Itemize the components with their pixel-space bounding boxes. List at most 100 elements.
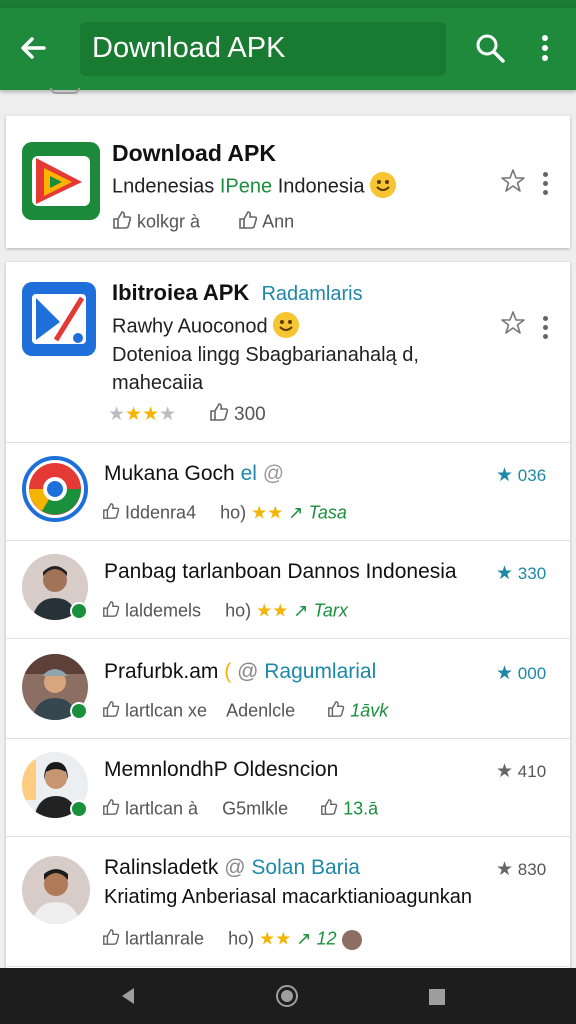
at-icon: @ xyxy=(224,856,246,879)
nav-recents-icon[interactable] xyxy=(428,988,446,1006)
online-badge-icon xyxy=(70,602,88,620)
item-rating-value: 830 xyxy=(517,860,547,879)
item-rating-value: 036 xyxy=(517,466,547,485)
thumbs-up-icon xyxy=(320,798,338,821)
featured-tag[interactable]: Radamlaris xyxy=(261,283,362,305)
top-app-card[interactable]: Download APK Lndenesias IPene Indonesia … xyxy=(6,116,570,248)
more-vert-icon[interactable] xyxy=(530,30,560,66)
featured-line2: Dotenioa lingg Sbagbarianahalą d, xyxy=(112,344,419,366)
divider xyxy=(6,442,570,443)
subtitle-part3: Indonesia xyxy=(277,175,365,198)
page-title: Download APK xyxy=(92,32,286,64)
second-count: Ann xyxy=(262,211,295,232)
featured-line3: mahecaiia xyxy=(112,372,204,394)
favorite-star-icon[interactable] xyxy=(500,168,526,194)
top-card-meta: kolkgr à Ann xyxy=(112,210,294,235)
smile-emoji-icon xyxy=(273,312,300,338)
item-title-extra: Ragumlarial xyxy=(264,660,377,683)
thumbs-up-icon xyxy=(102,502,120,525)
item-rating-value: 000 xyxy=(517,664,547,683)
featured-line1-text: Rawhy Auoconod xyxy=(112,315,268,338)
item-meta: Iddenra4 ho) ★★ ↗ Tasa xyxy=(102,502,347,525)
item-subtitle: Kriatimg Anberiasal macarktianioagunkan xyxy=(104,886,472,908)
item-rating: ★ 410 xyxy=(496,761,547,782)
item-meta1: lartlcan xe xyxy=(125,700,208,721)
online-badge-icon xyxy=(70,800,88,818)
mini-avatar xyxy=(341,929,362,950)
featured-title-text: Ibitroiea APK xyxy=(112,280,250,305)
item-title-extra: el xyxy=(240,462,257,485)
item-meta2: ho) xyxy=(228,928,255,949)
person-avatar xyxy=(22,856,90,924)
item-meta1: laldemels xyxy=(125,600,202,621)
rating-stars: ★★★★ xyxy=(108,404,177,426)
thumbs-up-icon xyxy=(102,700,120,723)
divider xyxy=(6,638,570,639)
item-title-extra: Solan Baria xyxy=(251,856,360,879)
card-more-icon[interactable] xyxy=(539,316,551,342)
at-icon: @ xyxy=(237,660,259,683)
results-card: Ibitroiea APK Radamlaris Rawhy Auoconod … xyxy=(6,262,570,982)
item-extra: 1āvk xyxy=(350,700,389,721)
at-icon: @ xyxy=(262,462,285,485)
item-meta1: lartlcan à xyxy=(125,798,199,819)
thumbs-up-icon xyxy=(102,600,120,623)
item-title: Panbag tarlanboan Dannos Indonesia xyxy=(104,560,457,583)
item-meta1: Iddenra4 xyxy=(125,502,197,523)
card-more-icon[interactable] xyxy=(539,172,551,198)
status-bar xyxy=(0,0,576,8)
scroll-indicator xyxy=(50,88,80,94)
item-extra: ↗ 12 xyxy=(296,928,337,949)
subtitle-part2: IPene xyxy=(219,175,273,198)
item-extra-text: Tasa xyxy=(308,502,347,523)
item-meta: lartlanrale ho) ★★ ↗ 12 xyxy=(102,928,362,951)
thumbs-up-icon xyxy=(102,928,120,951)
divider xyxy=(6,966,570,967)
item-title: Mukana Goch el @ xyxy=(104,462,284,486)
app-bar: Download APK xyxy=(0,8,576,90)
item-meta: lartlcan à G5mlkle 13.ā xyxy=(102,798,378,821)
item-extra: ↗ Tarx xyxy=(293,600,348,621)
rating-stars: ★★ xyxy=(251,502,289,523)
search-icon[interactable] xyxy=(472,30,508,66)
app-subtitle: Lndenesias IPene Indonesia xyxy=(112,172,397,200)
featured-line1: Rawhy Auoconod xyxy=(112,312,300,340)
item-title: Ralinsladetk @ Solan Baria xyxy=(104,856,360,880)
item-meta: laldemels ho) ★★ ↗ Tarx xyxy=(102,600,348,623)
title-search-box[interactable]: Download APK xyxy=(80,22,446,76)
item-rating-value: 410 xyxy=(517,762,547,781)
subtitle-part1: Lndenesias xyxy=(112,175,215,198)
item-rating-value: 330 xyxy=(517,564,547,583)
item-extra: 13.ā xyxy=(343,798,379,819)
favorite-star-icon[interactable] xyxy=(500,310,526,336)
item-meta: lartlcan xe Adenlcle 1āvk xyxy=(102,700,388,723)
rating-stars: ★★ xyxy=(256,600,294,621)
divider xyxy=(6,836,570,837)
item-rating: ★ 036 xyxy=(496,465,547,486)
item-title-text: Mukana Goch xyxy=(104,462,235,485)
item-meta2: ho) xyxy=(220,502,247,523)
item-meta2: Adenlcle xyxy=(226,700,296,721)
thumbs-up-icon xyxy=(327,700,345,723)
arrow-back-icon[interactable] xyxy=(14,28,54,68)
nav-home-icon[interactable] xyxy=(275,984,299,1008)
system-nav-bar xyxy=(0,968,576,1024)
nav-back-icon[interactable] xyxy=(118,986,138,1006)
like-count: kolkgr à xyxy=(137,211,201,232)
chrome-like-avatar-icon xyxy=(22,456,88,522)
online-badge-icon xyxy=(70,702,88,720)
item-extra: ↗ Tasa xyxy=(288,502,347,523)
thumbs-up-icon xyxy=(238,210,258,235)
item-meta1: lartlanrale xyxy=(125,928,205,949)
app-logo-icon xyxy=(22,142,100,220)
item-title-text: Prafurbk.am xyxy=(104,660,219,683)
item-extra-text: 12 xyxy=(316,928,337,949)
featured-rating-row: ★★★★ 300 xyxy=(108,402,266,428)
item-title: MemnlondhP Oldesncion xyxy=(104,758,338,782)
item-title-text: MemnlondhP xyxy=(104,758,228,781)
divider xyxy=(6,540,570,541)
featured-app-icon xyxy=(22,282,96,356)
thumbs-up-icon xyxy=(112,210,132,235)
item-extra-text: Tarx xyxy=(313,600,348,621)
thumbs-up-icon xyxy=(102,798,120,821)
